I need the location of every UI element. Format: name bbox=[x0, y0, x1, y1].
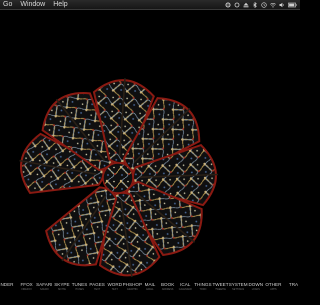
dock-item-sublabel: TEXT bbox=[111, 288, 118, 291]
wifi-icon[interactable] bbox=[270, 2, 276, 8]
dock-item-sublabel: GRAPHIC bbox=[126, 288, 138, 291]
dock-item-sublabel: ADDRESS bbox=[161, 288, 174, 291]
dock-item-label: TRA bbox=[288, 282, 299, 287]
dock-item[interactable]: TRA bbox=[283, 282, 299, 288]
dock-item[interactable]: SKYPE SKYPE bbox=[54, 282, 70, 291]
dock-item[interactable]: WORD TEXT bbox=[107, 282, 123, 291]
dock-item-sublabel: TWEETIE bbox=[215, 288, 226, 291]
dock-item[interactable]: NDER bbox=[0, 282, 17, 288]
menu-help[interactable]: Help bbox=[49, 0, 71, 10]
desktop-wallpaper: NDER FFOX FIREFOX SAFARI SAFARI SKYPE SKYPE TUN… bbox=[0, 10, 300, 300]
rose-window-wallpaper bbox=[0, 10, 300, 300]
sync-icon[interactable] bbox=[234, 2, 240, 8]
menu-go[interactable]: Go bbox=[0, 0, 16, 10]
dock-item-label: NDER bbox=[0, 282, 14, 287]
dock-item-sublabel: ITUNES bbox=[75, 288, 84, 291]
dock-item[interactable]: OTHER APPS bbox=[265, 282, 281, 291]
menu-window[interactable]: Window bbox=[16, 0, 49, 10]
dock-item-sublabel: SKYPE bbox=[57, 288, 66, 291]
timemachine-icon[interactable] bbox=[261, 1, 267, 8]
dock-item-sublabel: SETTINGS bbox=[232, 288, 245, 291]
dock-item[interactable]: THINGS TODO bbox=[194, 282, 211, 291]
status-area bbox=[225, 1, 300, 8]
dock: NDER FFOX FIREFOX SAFARI SAFARI SKYPE SKYPE TUN… bbox=[0, 282, 300, 300]
gear-icon[interactable] bbox=[225, 2, 231, 8]
rose-hub bbox=[102, 162, 134, 194]
dock-item-sublabel: CALENDAR bbox=[178, 288, 192, 291]
dock-item[interactable]: BOOK ADDRESS bbox=[160, 282, 176, 291]
volume-icon[interactable] bbox=[279, 2, 285, 8]
dock-item-sublabel: TODO bbox=[199, 288, 207, 291]
dock-item[interactable]: SYSTEM SETTINGS bbox=[229, 282, 248, 291]
dock-item-sublabel: LOADS bbox=[251, 288, 260, 291]
dock-item[interactable]: TWEET TWEETIE bbox=[212, 282, 228, 291]
battery-icon[interactable] bbox=[288, 2, 297, 8]
dock-item[interactable]: TUNES ITUNES bbox=[72, 282, 88, 291]
dock-item-sublabel: EMAIL bbox=[146, 288, 154, 291]
dock-item[interactable]: PAGES TEXT bbox=[89, 282, 105, 291]
bluetooth-icon[interactable] bbox=[252, 1, 258, 8]
dock-item[interactable]: FFOX FIREFOX bbox=[19, 282, 35, 291]
dock-item-sublabel: APPS bbox=[270, 288, 277, 291]
dock-item[interactable]: MAIL EMAIL bbox=[142, 282, 158, 291]
menu-bar: Go Window Help bbox=[0, 0, 300, 10]
dock-item-sublabel: FIREFOX bbox=[21, 288, 32, 291]
eject-icon[interactable] bbox=[243, 2, 249, 8]
dock-item[interactable]: ICAL CALENDAR bbox=[177, 282, 193, 291]
dock-item[interactable]: SAFARI SAFARI bbox=[36, 282, 52, 291]
dock-item-sublabel: SAFARI bbox=[39, 288, 49, 291]
dock-item-sublabel: TEXT bbox=[94, 288, 101, 291]
dock-item[interactable]: PHSHOP GRAPHIC bbox=[123, 282, 142, 291]
dock-item[interactable]: DOWN LOADS bbox=[248, 282, 264, 291]
